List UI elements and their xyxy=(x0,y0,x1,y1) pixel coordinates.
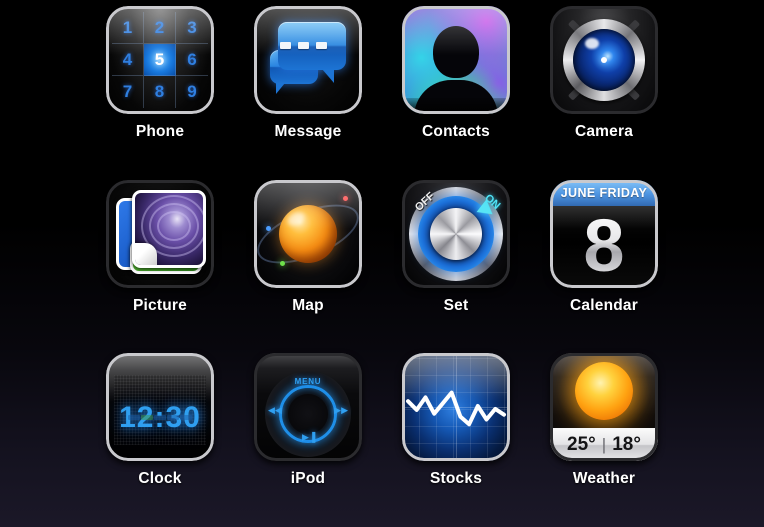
keypad-key: 8 xyxy=(144,76,176,108)
app-cell-map[interactable]: Map xyxy=(234,179,382,354)
app-cell-clock[interactable]: 12:30 Clock xyxy=(86,353,234,527)
ipod-menu-label: MENU xyxy=(294,377,322,387)
app-cell-camera[interactable]: Camera xyxy=(530,6,678,180)
app-cell-weather[interactable]: 25° | 18° Weather xyxy=(530,353,678,527)
calendar-day-number: 8 xyxy=(583,203,625,287)
map-marker-blue xyxy=(266,225,271,231)
app-label-clock: Clock xyxy=(138,470,182,488)
calendar-day-area: 8 xyxy=(550,204,658,288)
high-temperature: 25° xyxy=(567,434,596,456)
keypad-key: 9 xyxy=(187,82,197,101)
app-cell-message[interactable]: Message xyxy=(234,6,382,180)
keypad-key: 2 xyxy=(144,12,176,44)
photo-curl-corner xyxy=(135,242,157,265)
map-marker-green xyxy=(280,260,285,266)
phone-keypad-grid: 1 2 3 4 5 6 7 8 9 xyxy=(112,12,208,108)
app-label-contacts: Contacts xyxy=(422,123,490,140)
keypad-key: 6 xyxy=(176,44,208,76)
map-planet-icon[interactable] xyxy=(254,179,362,288)
clock-digital-icon[interactable]: 12:30 xyxy=(106,353,214,462)
ipod-next-icon: ▶▶ xyxy=(334,405,348,416)
dial-knob xyxy=(430,207,482,260)
app-cell-calendar[interactable]: JUNE FRIDAY 8 Calendar xyxy=(530,179,678,354)
contacts-silhouette-icon[interactable] xyxy=(402,6,510,114)
app-label-stocks: Stocks xyxy=(429,470,483,488)
planet-sphere xyxy=(279,204,337,263)
home-screen: 1 2 3 4 5 6 7 8 9 Phone Message Contacts… xyxy=(0,0,764,527)
ipod-clickwheel-icon[interactable]: MENU ◀◀ ▶▶ ▶▐ xyxy=(254,353,362,462)
app-cell-phone[interactable]: 1 2 3 4 5 6 7 8 9 Phone xyxy=(86,6,234,180)
app-label-ipod: iPod xyxy=(290,470,326,488)
app-label-weather: Weather xyxy=(572,470,636,488)
calendar-date-icon[interactable]: JUNE FRIDAY 8 xyxy=(550,179,658,288)
map-marker-red xyxy=(343,195,348,201)
app-cell-set[interactable]: OFF ON Set xyxy=(382,179,530,354)
message-bubbles-icon[interactable] xyxy=(254,6,362,114)
keypad-key: 7 xyxy=(112,76,144,108)
app-label-camera: Camera xyxy=(574,123,634,140)
contacts-bottom-shade xyxy=(402,98,510,114)
app-label-phone: Phone xyxy=(135,123,185,140)
app-cell-ipod[interactable]: MENU ◀◀ ▶▶ ▶▐ iPod xyxy=(234,353,382,527)
app-label-message: Message xyxy=(274,123,342,140)
clock-led-face: 12:30 xyxy=(114,375,206,446)
phone-keypad-icon[interactable]: 1 2 3 4 5 6 7 8 9 xyxy=(106,6,214,114)
temperature-bar: 25° | 18° xyxy=(550,428,658,462)
calendar-header-text: JUNE FRIDAY xyxy=(560,185,648,200)
temperature-separator: | xyxy=(601,435,607,455)
app-cell-contacts[interactable]: Contacts xyxy=(382,6,530,180)
picture-photostack-icon[interactable] xyxy=(106,179,214,288)
weather-sun-icon[interactable]: 25° | 18° xyxy=(550,353,658,462)
app-grid: 1 2 3 4 5 6 7 8 9 Phone Message Contacts… xyxy=(0,0,764,527)
keypad-key: 1 xyxy=(112,12,144,44)
ipod-play-pause-icon: ▶▐ xyxy=(302,432,316,443)
app-label-calendar: Calendar xyxy=(570,296,638,314)
keypad-key: 4 xyxy=(112,44,144,76)
clock-indicator-row xyxy=(128,415,192,421)
click-wheel-center-button xyxy=(288,393,328,434)
app-label-set: Set xyxy=(443,296,469,314)
settings-dial-icon[interactable]: OFF ON xyxy=(402,179,510,288)
ipod-prev-icon: ◀◀ xyxy=(268,405,282,416)
app-label-map: Map xyxy=(292,296,324,314)
app-label-picture: Picture xyxy=(133,296,187,314)
app-cell-picture[interactable]: Picture xyxy=(86,179,234,354)
message-dots xyxy=(280,42,327,49)
photo-card-galaxy xyxy=(132,189,206,268)
low-temperature: 18° xyxy=(612,434,641,456)
keypad-key: 3 xyxy=(176,12,208,44)
app-cell-stocks[interactable]: Stocks xyxy=(382,353,530,527)
stocks-gloss xyxy=(402,353,510,397)
calendar-header-bar: JUNE FRIDAY xyxy=(550,179,658,206)
stocks-chart-icon[interactable] xyxy=(402,353,510,462)
sun-disc xyxy=(575,362,633,421)
camera-lens-glass xyxy=(573,29,635,91)
camera-lens-icon[interactable] xyxy=(550,6,658,114)
keypad-key-highlighted: 5 xyxy=(144,44,176,76)
